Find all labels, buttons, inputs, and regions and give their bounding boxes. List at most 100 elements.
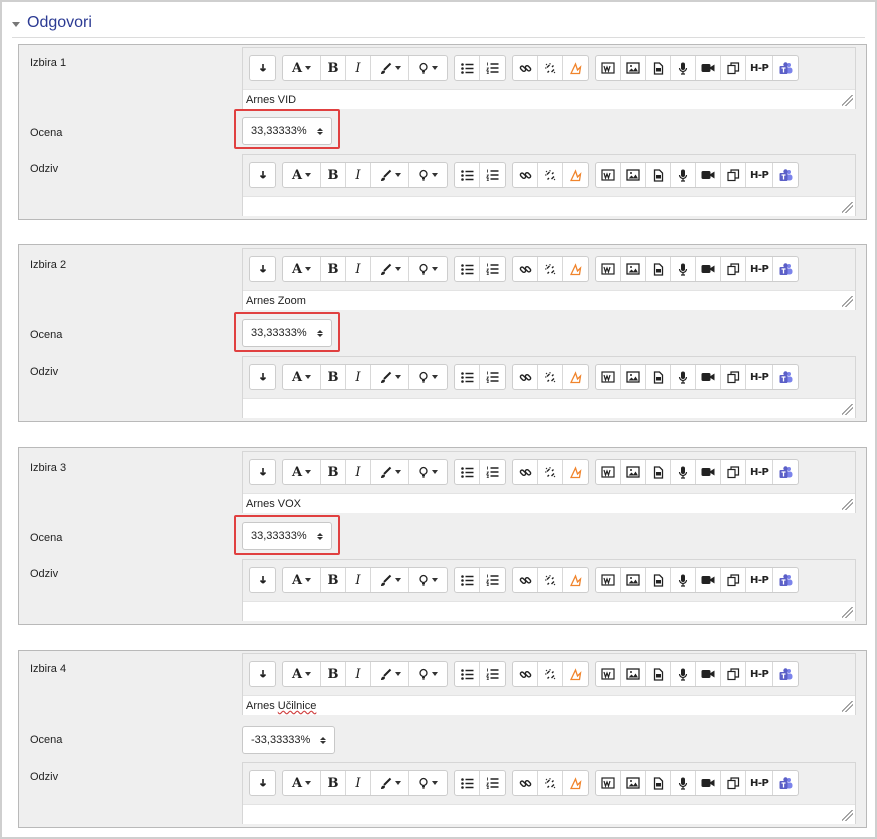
teams-button[interactable]	[773, 163, 798, 187]
media-manage-button[interactable]	[596, 257, 621, 281]
copy-button[interactable]	[721, 771, 746, 795]
file-button[interactable]	[646, 771, 671, 795]
feedback-text-area[interactable]	[243, 398, 855, 418]
choice-editor[interactable]: A B I H‑P Arnes VOX	[242, 451, 856, 513]
lightbulb-button[interactable]	[409, 163, 447, 187]
link-button[interactable]	[513, 662, 538, 686]
link-button[interactable]	[513, 365, 538, 389]
microphone-button[interactable]	[671, 56, 696, 80]
choice-editor[interactable]: A B I H‑P Arnes VID	[242, 47, 856, 109]
lightbulb-button[interactable]	[409, 771, 447, 795]
brush-button[interactable]	[371, 460, 409, 484]
font-color-button[interactable]: A	[283, 568, 321, 592]
lightbulb-button[interactable]	[409, 257, 447, 281]
font-color-button[interactable]: A	[283, 460, 321, 484]
file-button[interactable]	[646, 568, 671, 592]
grade-select[interactable]: -33,33333%	[242, 726, 336, 754]
h5p-button[interactable]: H‑P	[746, 771, 774, 795]
font-color-button[interactable]: A	[283, 257, 321, 281]
font-color-button[interactable]: A	[283, 56, 321, 80]
unordered-list-button[interactable]	[455, 365, 480, 389]
emoji-button[interactable]	[563, 460, 588, 484]
media-manage-button[interactable]	[596, 163, 621, 187]
unlink-button[interactable]	[538, 568, 563, 592]
microphone-button[interactable]	[671, 163, 696, 187]
brush-button[interactable]	[371, 365, 409, 389]
copy-button[interactable]	[721, 56, 746, 80]
italic-button[interactable]: I	[346, 568, 371, 592]
media-manage-button[interactable]	[596, 365, 621, 389]
teams-button[interactable]	[773, 56, 798, 80]
link-button[interactable]	[513, 460, 538, 484]
ordered-list-button[interactable]	[480, 365, 505, 389]
choice-editor[interactable]: A B I H‑P Arnes Učilnice	[242, 653, 856, 715]
grade-select[interactable]: 33,33333%	[242, 319, 332, 347]
resize-handle-icon[interactable]	[842, 701, 853, 712]
media-manage-button[interactable]	[596, 56, 621, 80]
copy-button[interactable]	[721, 257, 746, 281]
microphone-button[interactable]	[671, 662, 696, 686]
pilcrow-toggle-button[interactable]	[250, 365, 275, 389]
teams-button[interactable]	[773, 460, 798, 484]
bold-button[interactable]: B	[321, 460, 346, 484]
ordered-list-button[interactable]	[480, 662, 505, 686]
link-button[interactable]	[513, 568, 538, 592]
ordered-list-button[interactable]	[480, 460, 505, 484]
emoji-button[interactable]	[563, 257, 588, 281]
italic-button[interactable]: I	[346, 257, 371, 281]
file-button[interactable]	[646, 56, 671, 80]
ordered-list-button[interactable]	[480, 163, 505, 187]
emoji-button[interactable]	[563, 771, 588, 795]
resize-handle-icon[interactable]	[842, 810, 853, 821]
feedback-editor[interactable]: A B I H‑P	[242, 154, 856, 216]
ordered-list-button[interactable]	[480, 56, 505, 80]
resize-handle-icon[interactable]	[842, 202, 853, 213]
pilcrow-toggle-button[interactable]	[250, 163, 275, 187]
video-button[interactable]	[696, 771, 721, 795]
video-button[interactable]	[696, 460, 721, 484]
file-button[interactable]	[646, 365, 671, 389]
h5p-button[interactable]: H‑P	[746, 56, 774, 80]
italic-button[interactable]: I	[346, 771, 371, 795]
brush-button[interactable]	[371, 568, 409, 592]
font-color-button[interactable]: A	[283, 662, 321, 686]
file-button[interactable]	[646, 662, 671, 686]
brush-button[interactable]	[371, 662, 409, 686]
image-button[interactable]	[621, 163, 646, 187]
resize-handle-icon[interactable]	[842, 296, 853, 307]
resize-handle-icon[interactable]	[842, 404, 853, 415]
teams-button[interactable]	[773, 365, 798, 389]
microphone-button[interactable]	[671, 257, 696, 281]
bold-button[interactable]: B	[321, 257, 346, 281]
bold-button[interactable]: B	[321, 771, 346, 795]
brush-button[interactable]	[371, 163, 409, 187]
pilcrow-toggle-button[interactable]	[250, 568, 275, 592]
ordered-list-button[interactable]	[480, 257, 505, 281]
emoji-button[interactable]	[563, 662, 588, 686]
bold-button[interactable]: B	[321, 163, 346, 187]
h5p-button[interactable]: H‑P	[746, 662, 774, 686]
ordered-list-button[interactable]	[480, 771, 505, 795]
resize-handle-icon[interactable]	[842, 499, 853, 510]
unlink-button[interactable]	[538, 163, 563, 187]
copy-button[interactable]	[721, 365, 746, 389]
copy-button[interactable]	[721, 460, 746, 484]
font-color-button[interactable]: A	[283, 365, 321, 389]
bold-button[interactable]: B	[321, 56, 346, 80]
media-manage-button[interactable]	[596, 568, 621, 592]
unlink-button[interactable]	[538, 460, 563, 484]
unordered-list-button[interactable]	[455, 771, 480, 795]
teams-button[interactable]	[773, 771, 798, 795]
feedback-editor[interactable]: A B I H‑P	[242, 356, 856, 418]
link-button[interactable]	[513, 56, 538, 80]
image-button[interactable]	[621, 257, 646, 281]
emoji-button[interactable]	[563, 163, 588, 187]
italic-button[interactable]: I	[346, 460, 371, 484]
file-button[interactable]	[646, 460, 671, 484]
resize-handle-icon[interactable]	[842, 95, 853, 106]
grade-select[interactable]: 33,33333%	[242, 117, 332, 145]
video-button[interactable]	[696, 56, 721, 80]
lightbulb-button[interactable]	[409, 365, 447, 389]
unlink-button[interactable]	[538, 662, 563, 686]
pilcrow-toggle-button[interactable]	[250, 662, 275, 686]
